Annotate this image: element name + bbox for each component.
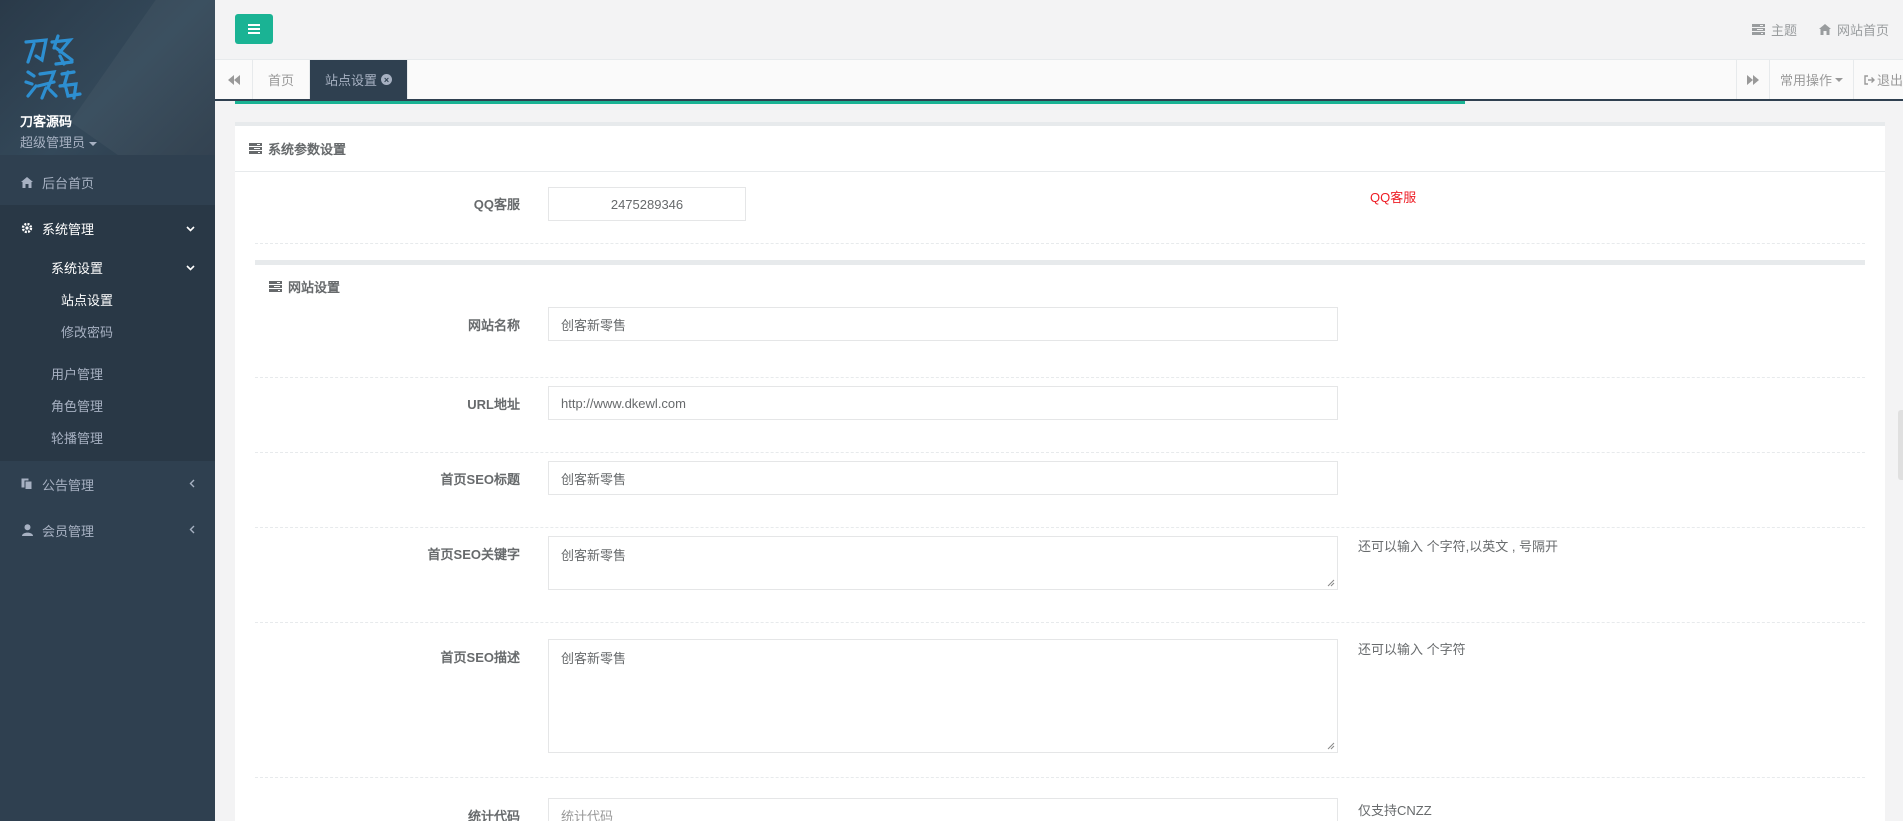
- tab-home[interactable]: 首页: [253, 60, 311, 99]
- tab-label: 站点设置: [325, 73, 378, 88]
- seo-description-label: 首页SEO描述: [440, 650, 520, 665]
- site-home-link[interactable]: 网站首页: [1818, 20, 1889, 39]
- top-links: 主题 网站首页: [1751, 20, 1889, 39]
- logout-label: 退出: [1876, 73, 1903, 88]
- chevron-down-icon: [186, 260, 195, 274]
- form-row-seo-keywords: 首页SEO关键字 创客新零售 还可以输入 个字符,以英文 , 号隔开: [255, 528, 1865, 623]
- caret-down-icon: [89, 141, 98, 146]
- seo-keywords-label: 首页SEO关键字: [427, 547, 520, 562]
- sidebar-item-label: 会员管理: [42, 523, 95, 539]
- form-row-site-name: 网站名称 创客新零售: [255, 307, 1865, 378]
- tabs-scroll-left-button[interactable]: [215, 60, 253, 99]
- form-row-seo-description: 首页SEO描述 创客新零售 还可以输入 个字符: [255, 623, 1865, 778]
- sidebar-item-label: 公告管理: [42, 477, 95, 493]
- tasks-icon: [1751, 24, 1765, 35]
- submenu-system-settings[interactable]: 系统设置: [0, 251, 215, 283]
- stats-code-label: 统计代码: [467, 809, 520, 821]
- seo-keywords-help-text: 还可以输入 个字符,以英文 , 号隔开: [1358, 539, 1559, 554]
- tabs-right-controls: 常用操作 退出: [1735, 60, 1903, 99]
- sidebar-item-dashboard[interactable]: 后台首页: [0, 159, 215, 205]
- sidebar-item-label: 系统管理: [42, 221, 95, 237]
- close-icon[interactable]: ×: [381, 74, 393, 85]
- seo-keywords-textarea[interactable]: 创客新零售: [548, 536, 1338, 590]
- submenu-role-management[interactable]: 角色管理: [0, 389, 215, 421]
- chevron-left-icon: [189, 523, 195, 537]
- theme-label: 主题: [1770, 23, 1797, 38]
- user-role-dropdown[interactable]: 超级管理员: [20, 132, 215, 151]
- stats-code-help-text: 仅支持CNZZ: [1358, 803, 1432, 818]
- site-home-label: 网站首页: [1836, 23, 1889, 38]
- theme-link[interactable]: 主题: [1751, 20, 1797, 39]
- page-tabs: 首页 站点设置 ×: [253, 60, 409, 99]
- backward-icon: [227, 74, 240, 85]
- url-input[interactable]: http://www.dkewl.com: [548, 386, 1338, 420]
- submenu-user-management[interactable]: 用户管理: [0, 357, 215, 389]
- home-icon: [1818, 24, 1831, 35]
- brand-name: 刀客源码: [20, 114, 73, 129]
- right-edge-handle[interactable]: [1898, 410, 1903, 480]
- profile-header: 刀客源码 超级管理员: [0, 0, 215, 155]
- site-name-input[interactable]: 创客新零售: [548, 307, 1338, 341]
- submenu-site-settings[interactable]: 站点设置: [0, 283, 215, 315]
- site-name-label: 网站名称: [467, 318, 520, 333]
- hamburger-icon: [248, 24, 260, 34]
- sidebar-item-system[interactable]: 系统管理: [0, 205, 215, 251]
- section-title-text: 网站设置: [288, 279, 341, 295]
- copy-icon: [20, 477, 34, 491]
- tabs-bar: 首页 站点设置 × 常用操作 退出: [215, 60, 1903, 101]
- system-submenu: 系统设置 站点设置 修改密码 用户管理 角色管理 轮播管理: [0, 251, 215, 461]
- form-row-seo-title: 首页SEO标题 创客新零售: [255, 453, 1865, 528]
- chevron-left-icon: [189, 477, 195, 491]
- brand-logo: [24, 34, 82, 100]
- sign-out-icon: [1864, 74, 1875, 85]
- submenu-change-password[interactable]: 修改密码: [0, 315, 215, 347]
- seo-description-help-text: 还可以输入 个字符: [1358, 642, 1466, 657]
- resize-handle-icon[interactable]: [1327, 579, 1335, 587]
- caret-down-icon: [1834, 77, 1843, 82]
- seo-description-value: 创客新零售: [561, 651, 627, 666]
- seo-keywords-value: 创客新零售: [561, 548, 627, 563]
- tabs-scroll-right-button[interactable]: [1735, 60, 1769, 99]
- submenu-label: 系统设置: [51, 260, 104, 276]
- home-icon: [20, 175, 34, 189]
- sidebar-nav: 后台首页 系统管理 系统设置 站点设置 修改密码 用户管理 角色管理 轮播管理: [0, 159, 215, 553]
- tasks-icon: [249, 143, 262, 154]
- forward-icon: [1746, 74, 1759, 85]
- tasks-icon: [269, 280, 282, 292]
- resize-handle-icon[interactable]: [1327, 742, 1335, 750]
- section-title-site-settings: 网站设置: [235, 265, 1885, 307]
- qq-help-text: QQ客服: [1370, 190, 1417, 205]
- sidebar-toggle-button[interactable]: [235, 14, 273, 44]
- sidebar-item-announcements[interactable]: 公告管理: [0, 461, 215, 507]
- user-icon: [20, 523, 34, 537]
- loading-progress-bar: [235, 101, 1465, 104]
- gear-icon: [20, 221, 34, 235]
- section-title-text: 系统参数设置: [268, 142, 347, 157]
- seo-description-textarea[interactable]: 创客新零售: [548, 639, 1338, 753]
- url-label: URL地址: [467, 397, 520, 412]
- sidebar-item-members[interactable]: 会员管理: [0, 507, 215, 553]
- tab-site-settings[interactable]: 站点设置 ×: [310, 60, 409, 99]
- user-role-label: 超级管理员: [20, 135, 86, 150]
- submenu-carousel-management[interactable]: 轮播管理: [0, 421, 215, 453]
- qq-input[interactable]: 2475289346: [548, 187, 746, 221]
- top-navbar: 主题 网站首页: [215, 0, 1903, 60]
- form-row-stats-code: 统计代码 统计代码 仅支持CNZZ: [255, 778, 1865, 821]
- sidebar-item-label: 后台首页: [42, 175, 95, 191]
- seo-title-label: 首页SEO标题: [440, 472, 520, 487]
- common-ops-dropdown[interactable]: 常用操作: [1768, 60, 1853, 99]
- form-row-url: URL地址 http://www.dkewl.com: [255, 378, 1865, 453]
- form-row-qq: QQ客服 2475289346 QQ客服: [255, 172, 1865, 244]
- stats-code-input[interactable]: 统计代码: [548, 798, 1338, 821]
- settings-panel: 系统参数设置 QQ客服 2475289346 QQ客服 网站设置 网站名称 创客…: [235, 122, 1885, 821]
- logout-button[interactable]: 退出: [1852, 60, 1903, 99]
- qq-label: QQ客服: [473, 197, 520, 212]
- sidebar: 刀客源码 超级管理员 后台首页 系统管理 系统设置 站点设置 修改密码 用户管理…: [0, 0, 215, 821]
- seo-title-input[interactable]: 创客新零售: [548, 461, 1338, 495]
- chevron-down-icon: [186, 221, 195, 235]
- common-ops-label: 常用操作: [1779, 73, 1832, 88]
- section-title-system-params: 系统参数设置: [235, 126, 1885, 172]
